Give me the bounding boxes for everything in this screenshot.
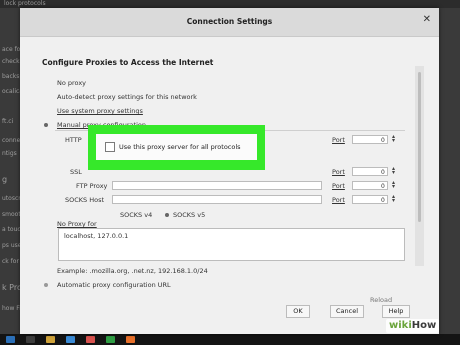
- search-icon[interactable]: [26, 336, 35, 343]
- ftp-label: FTP Proxy: [76, 182, 108, 190]
- system-proxy-option[interactable]: Use system proxy settings: [57, 107, 143, 115]
- ftp-host-field[interactable]: [112, 181, 322, 190]
- ssl-port-field[interactable]: 0: [352, 167, 388, 176]
- socks-v4-option[interactable]: SOCKS v4: [120, 211, 152, 219]
- background-text: ft.ci: [2, 118, 14, 125]
- http-port-field[interactable]: 0: [352, 135, 388, 144]
- close-icon[interactable]: ✕: [423, 15, 431, 25]
- background-text: ck for: [2, 258, 19, 265]
- auto-config-option[interactable]: Automatic proxy configuration URL: [57, 281, 171, 289]
- section-title: Configure Proxies to Access the Internet: [42, 58, 214, 67]
- port-label: Port: [332, 182, 345, 190]
- background-text: a touc: [2, 226, 21, 233]
- socks-label: SOCKS Host: [65, 196, 105, 204]
- background-text: k Pro: [2, 283, 22, 292]
- ssl-label: SSL: [70, 168, 82, 176]
- background-text: g: [2, 175, 8, 184]
- taskbar: [0, 334, 460, 345]
- wikihow-watermark: wikiHow: [386, 319, 440, 333]
- browser-icon[interactable]: [66, 336, 75, 343]
- app-icon[interactable]: [86, 336, 95, 343]
- http-label: HTTP: [65, 136, 82, 144]
- folder-icon[interactable]: [46, 336, 55, 343]
- port-stepper[interactable]: ▴ ▾: [392, 134, 395, 144]
- background-tab-strip: lock protocols: [0, 0, 460, 8]
- background-text: how Fi: [2, 305, 21, 312]
- app-icon[interactable]: [106, 336, 115, 343]
- connection-settings-dialog: Connection Settings ✕ Configure Proxies …: [20, 8, 439, 334]
- ftp-port-field[interactable]: 0: [352, 181, 388, 190]
- auto-detect-option[interactable]: Auto-detect proxy settings for this netw…: [57, 93, 197, 101]
- dialog-title: Connection Settings: [186, 17, 273, 26]
- port-stepper[interactable]: ▴ ▾: [392, 180, 395, 190]
- port-stepper[interactable]: ▴ ▾: [392, 166, 395, 176]
- reload-button[interactable]: Reload: [370, 296, 392, 304]
- port-label: Port: [332, 168, 345, 176]
- firefox-icon[interactable]: [126, 336, 135, 343]
- port-label: Port: [332, 196, 345, 204]
- socks-v5-option[interactable]: SOCKS v5: [173, 211, 205, 219]
- background-text: ntigs: [2, 150, 17, 157]
- ok-button[interactable]: OK: [286, 305, 310, 318]
- port-stepper[interactable]: ▴ ▾: [392, 194, 395, 204]
- help-button[interactable]: Help: [382, 305, 410, 318]
- dialog-content: Configure Proxies to Access the Internet…: [20, 37, 439, 334]
- background-text: conne: [2, 137, 21, 144]
- auto-config-radio[interactable]: [44, 283, 48, 287]
- all-protocols-checkbox[interactable]: [105, 142, 115, 152]
- port-label: Port: [332, 136, 345, 144]
- socks-port-field[interactable]: 0: [352, 195, 388, 204]
- socks-host-field[interactable]: [112, 195, 322, 204]
- example-text: Example: .mozilla.org, .net.nz, 192.168.…: [57, 267, 208, 275]
- dialog-titlebar: Connection Settings ✕: [20, 8, 439, 37]
- background-text: check: [2, 58, 20, 65]
- scrollbar-thumb[interactable]: [418, 72, 421, 222]
- socks-v5-radio[interactable]: [165, 213, 169, 217]
- no-proxy-textarea[interactable]: localhost, 127.0.0.1: [58, 228, 405, 261]
- manual-radio[interactable]: [44, 123, 48, 127]
- no-proxy-option[interactable]: No proxy: [57, 79, 86, 87]
- cancel-button[interactable]: Cancel: [330, 305, 364, 318]
- all-protocols-label[interactable]: Use this proxy server for all protocols: [119, 143, 241, 151]
- no-proxy-for-label: No Proxy for: [57, 220, 97, 228]
- start-icon[interactable]: [6, 336, 15, 343]
